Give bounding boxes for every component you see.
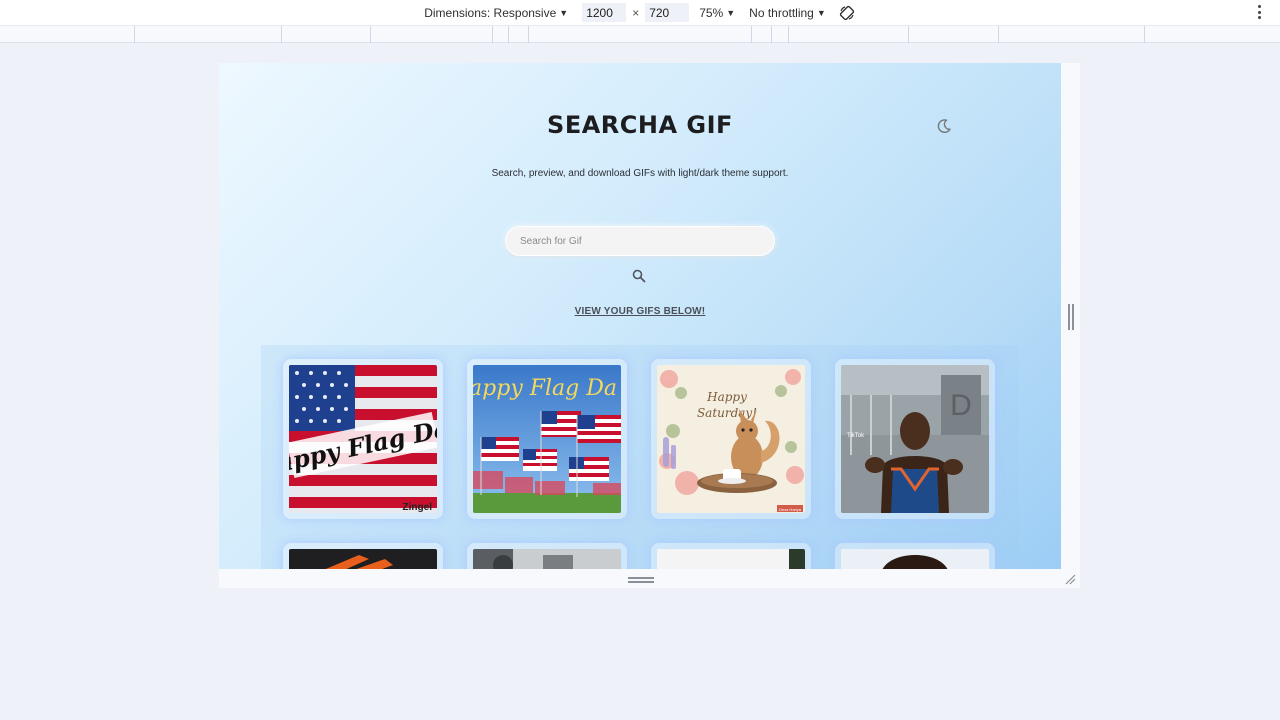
gif-card[interactable]: D TikTok — [835, 359, 995, 519]
gif-image: D TikTok — [841, 365, 989, 513]
moon-icon[interactable] — [935, 117, 953, 135]
svg-text:Saturday!: Saturday! — [697, 406, 757, 420]
emulated-viewport: SEARCHA GIF Search, preview, and downloa… — [219, 63, 1061, 569]
media-query-bar[interactable] — [0, 25, 1280, 43]
gif-image — [657, 549, 805, 569]
width-input[interactable] — [582, 3, 627, 22]
gif-card[interactable]: appy Flag Da — [467, 359, 627, 519]
gif-watermark: Deva Hariya — [779, 507, 802, 512]
gif-card[interactable]: Happy Saturday! Deva Hariya — [651, 359, 811, 519]
gif-image — [289, 549, 437, 569]
rotate-icon[interactable] — [838, 4, 856, 22]
gif-image: appy Flag Da Zingel — [289, 365, 437, 513]
dimensions-dropdown[interactable]: Dimensions: Responsive ▼ — [424, 6, 568, 20]
search-input[interactable] — [505, 226, 775, 256]
gif-card[interactable]: appy Flag Da Zingel — [283, 359, 443, 519]
caret-down-icon: ▼ — [816, 7, 826, 18]
zoom-dropdown[interactable]: 75% ▼ — [699, 6, 735, 20]
gif-card[interactable] — [283, 543, 443, 569]
gif-gallery: appy Flag Da Zingel appy Flag Da Happy S… — [261, 345, 1019, 569]
resize-corner-icon[interactable] — [1064, 572, 1076, 585]
gif-image — [841, 549, 989, 569]
gif-card[interactable] — [651, 543, 811, 569]
more-vertical-icon[interactable] — [1256, 5, 1262, 19]
view-gifs-link[interactable]: VIEW YOUR GIFS BELOW! — [219, 306, 1061, 317]
gif-watermark: Zingel — [403, 502, 433, 513]
svg-text:Happy: Happy — [706, 390, 747, 404]
subtitle: Search, preview, and download GIFs with … — [491, 168, 789, 179]
throttling-label: No throttling — [749, 5, 814, 20]
throttling-dropdown[interactable]: No throttling ▼ — [749, 6, 826, 20]
caret-down-icon: ▼ — [559, 7, 569, 18]
gif-card[interactable] — [467, 543, 627, 569]
gif-image: Happy Saturday! Deva Hariya — [657, 365, 805, 513]
caret-down-icon: ▼ — [726, 7, 736, 18]
gif-image — [473, 549, 621, 569]
height-input[interactable] — [645, 3, 690, 22]
svg-text:appy Flag Da: appy Flag Da — [473, 376, 617, 401]
times-symbol: × — [632, 5, 640, 20]
zoom-label: 75% — [699, 5, 724, 20]
device-toolbar: Dimensions: Responsive ▼ × 75% ▼ No thro… — [0, 0, 1280, 25]
gif-card[interactable] — [835, 543, 995, 569]
dimensions-label: Dimensions: Responsive — [424, 5, 557, 20]
resize-handle-right[interactable] — [1068, 304, 1074, 330]
svg-text:D: D — [950, 389, 972, 422]
search-icon[interactable] — [631, 268, 647, 284]
gif-watermark: TikTok — [847, 433, 865, 439]
gif-image: appy Flag Da — [473, 365, 621, 513]
resize-handle-bottom[interactable] — [628, 577, 654, 583]
